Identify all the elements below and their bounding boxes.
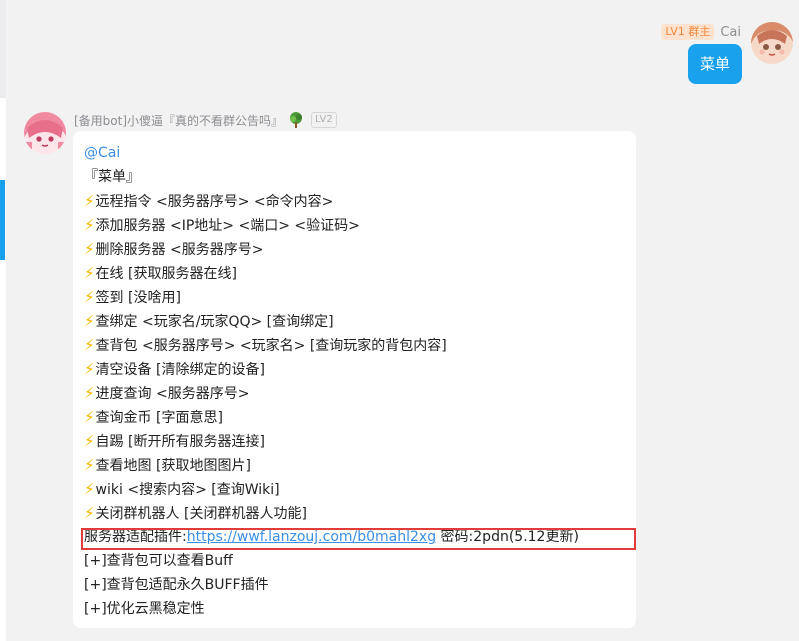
command-text: 查看地图 [获取地图图片]	[95, 458, 251, 474]
command-text: 签到 [没啥用]	[95, 290, 181, 306]
note-item: [+]查背包适配永久BUFF插件	[84, 577, 269, 593]
command-item: ⚡wiki <搜索内容> [查询Wiki]	[84, 477, 636, 501]
mention-link[interactable]: @Cai	[84, 145, 120, 161]
lightning-icon: ⚡	[84, 288, 95, 306]
command-item: ⚡查背包 <服务器序号> <玩家名> [查询玩家的背包内容]	[84, 333, 636, 357]
lightning-icon: ⚡	[84, 504, 95, 522]
command-text: 添加服务器 <IP地址> <端口> <验证码>	[95, 218, 360, 234]
user-name[interactable]: Cai	[720, 25, 741, 40]
bot-level-badge: LV2	[311, 112, 337, 128]
command-text: 查询金币 [字面意思]	[95, 410, 223, 426]
command-text: 查背包 <服务器序号> <玩家名> [查询玩家的背包内容]	[95, 338, 447, 354]
user-avatar-image	[751, 22, 793, 64]
command-item: ⚡进度查询 <服务器序号>	[84, 381, 636, 405]
bot-avatar[interactable]	[24, 112, 66, 154]
user-meta: LV1 群主 Cai	[661, 24, 741, 40]
command-text: wiki <搜索内容> [查询Wiki]	[95, 482, 280, 498]
lightning-icon: ⚡	[84, 456, 95, 474]
command-text: 进度查询 <服务器序号>	[95, 386, 250, 402]
user-message-bubble[interactable]: 菜单	[687, 44, 742, 84]
scroll-indicator[interactable]	[0, 180, 5, 260]
annotation-highlight-box	[81, 528, 636, 550]
command-item: ⚡在线 [获取服务器在线]	[84, 261, 636, 285]
command-text: 自踢 [断开所有服务器连接]	[95, 434, 265, 450]
bot-avatar-image	[24, 112, 66, 154]
lightning-icon: ⚡	[84, 216, 95, 234]
lightning-icon: ⚡	[84, 360, 95, 378]
lightning-icon: ⚡	[84, 192, 95, 210]
command-text: 关闭群机器人 [关闭群机器人功能]	[95, 506, 307, 522]
command-item: ⚡查看地图 [获取地图图片]	[84, 453, 636, 477]
lightning-icon: ⚡	[84, 240, 95, 258]
bot-name[interactable]: [备用bot]小傻逼『真的不看群公告吗』	[74, 112, 283, 129]
command-text: 在线 [获取服务器在线]	[95, 266, 237, 282]
lightning-icon: ⚡	[84, 336, 95, 354]
lightning-icon: ⚡	[84, 408, 95, 426]
command-text: 删除服务器 <服务器序号>	[95, 242, 264, 258]
lightning-icon: ⚡	[84, 312, 95, 330]
lightning-icon: ⚡	[84, 480, 95, 498]
lightning-icon: ⚡	[84, 384, 95, 402]
command-item: ⚡查询金币 [字面意思]	[84, 405, 636, 429]
command-item: ⚡自踢 [断开所有服务器连接]	[84, 429, 636, 453]
top-strip	[0, 0, 6, 98]
user-avatar[interactable]	[751, 22, 793, 64]
command-item: ⚡关闭群机器人 [关闭群机器人功能]	[84, 501, 636, 525]
command-text: 远程指令 <服务器序号> <命令内容>	[95, 194, 334, 210]
command-item: ⚡添加服务器 <IP地址> <端口> <验证码>	[84, 213, 636, 237]
command-text: 清空设备 [清除绑定的设备]	[95, 362, 265, 378]
bot-message-bubble[interactable]: @Cai 『菜单』 ⚡远程指令 <服务器序号> <命令内容> ⚡添加服务器 <I…	[73, 131, 636, 628]
mention-line: @Cai	[84, 141, 636, 165]
command-item: ⚡远程指令 <服务器序号> <命令内容>	[84, 189, 636, 213]
command-item: ⚡签到 [没啥用]	[84, 285, 636, 309]
bot-meta: [备用bot]小傻逼『真的不看群公告吗』 LV2	[74, 111, 337, 129]
user-level-badge: LV1 群主	[661, 24, 715, 40]
lightning-icon: ⚡	[84, 264, 95, 282]
lightning-icon: ⚡	[84, 432, 95, 450]
note-item: [+]查背包可以查看Buff	[84, 553, 233, 569]
command-item: ⚡删除服务器 <服务器序号>	[84, 237, 636, 261]
command-item: ⚡查绑定 <玩家名/玩家QQ> [查询绑定]	[84, 309, 636, 333]
tree-icon	[287, 111, 305, 129]
command-item: ⚡清空设备 [清除绑定的设备]	[84, 357, 636, 381]
menu-title: 『菜单』	[84, 169, 140, 185]
command-text: 查绑定 <玩家名/玩家QQ> [查询绑定]	[95, 314, 334, 330]
note-item: [+]优化云黑稳定性	[84, 601, 205, 617]
